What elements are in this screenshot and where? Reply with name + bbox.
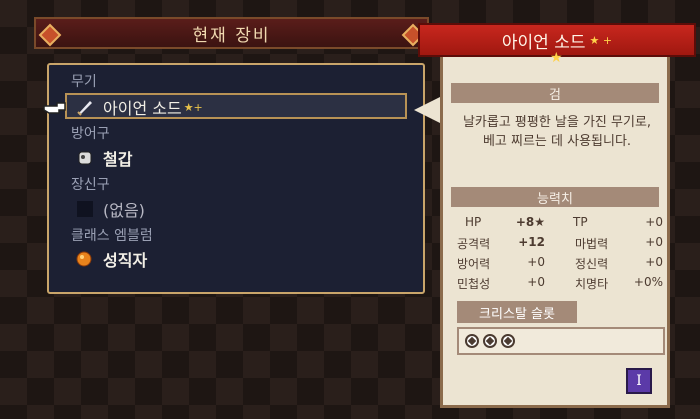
crystal-slot[interactable] (501, 334, 515, 348)
emblem-icon (75, 250, 95, 268)
stat-value: +0% (633, 275, 663, 289)
accessory-item[interactable]: (없음) (75, 197, 145, 221)
item-info-panel: 검 날카롭고 평평한 날을 가진 무기로, 베고 찌르는 데 사용됩니다. 능력… (440, 40, 670, 408)
header-title: 현재 장비 (192, 25, 271, 46)
equipment-panel: 무기 아이언 소드 ★+ 방어구 철갑 장신구 (없음) 클래스 엠블럼 성직자 (43, 63, 425, 294)
stat-value: +0 (645, 255, 663, 269)
emblem-item[interactable]: 성직자 (75, 247, 147, 271)
stat-label: 방어력 (457, 257, 491, 271)
stat-label: HP (465, 215, 482, 229)
info-button[interactable]: I (626, 368, 652, 394)
sword-icon (75, 98, 95, 116)
stat-value: +0 (645, 235, 663, 249)
category-emblem: 클래스 엠블럼 (71, 228, 153, 244)
stat-label: 정신력 (575, 257, 609, 271)
weapon-item[interactable]: 아이언 소드 ★+ (75, 95, 203, 119)
stat-label: 마법력 (575, 237, 609, 251)
stat-value: +0 (527, 275, 545, 289)
stat-label: 민첩성 (457, 277, 491, 291)
empty-slot-icon (75, 200, 95, 218)
stat-label: 치명타 (575, 277, 609, 291)
equipment-header: 현재 장비 (34, 17, 429, 49)
stats-header: 능력치 (451, 187, 659, 207)
category-weapon: 무기 (71, 74, 97, 90)
crystal-slot-box (457, 327, 665, 355)
weapon-stars: ★+ (183, 100, 203, 114)
category-armor: 방어구 (71, 126, 110, 142)
emblem-name: 성직자 (103, 251, 148, 270)
info-pointer (414, 96, 442, 124)
item-title: 아이언 소드 (501, 32, 586, 53)
crystal-slot[interactable] (465, 334, 479, 348)
stat-label: TP (573, 215, 588, 229)
crystal-slot-header: 크리스탈 슬롯 (457, 301, 577, 323)
item-title-stars: ★ + (589, 33, 613, 47)
armor-name: 철갑 (103, 150, 133, 169)
weapon-name: 아이언 소드 (103, 99, 182, 118)
star-icon: ★ (550, 50, 563, 66)
armor-item[interactable]: 철갑 (75, 146, 132, 170)
header-ornament-left (38, 23, 62, 47)
item-type-header: 검 (451, 83, 659, 103)
crystal-slot[interactable] (483, 334, 497, 348)
stat-value: +12 (518, 235, 545, 249)
stat-label: 공격력 (457, 237, 491, 251)
armor-icon (75, 149, 95, 167)
stat-value: +0 (527, 255, 545, 269)
stat-value: +8★ (515, 215, 545, 229)
stat-value: +0 (645, 215, 663, 229)
pointer-hand-icon (43, 98, 69, 120)
accessory-name: (없음) (103, 201, 145, 220)
item-description: 날카롭고 평평한 날을 가진 무기로, 베고 찌르는 데 사용됩니다. (462, 115, 652, 149)
category-accessory: 장신구 (71, 177, 110, 193)
